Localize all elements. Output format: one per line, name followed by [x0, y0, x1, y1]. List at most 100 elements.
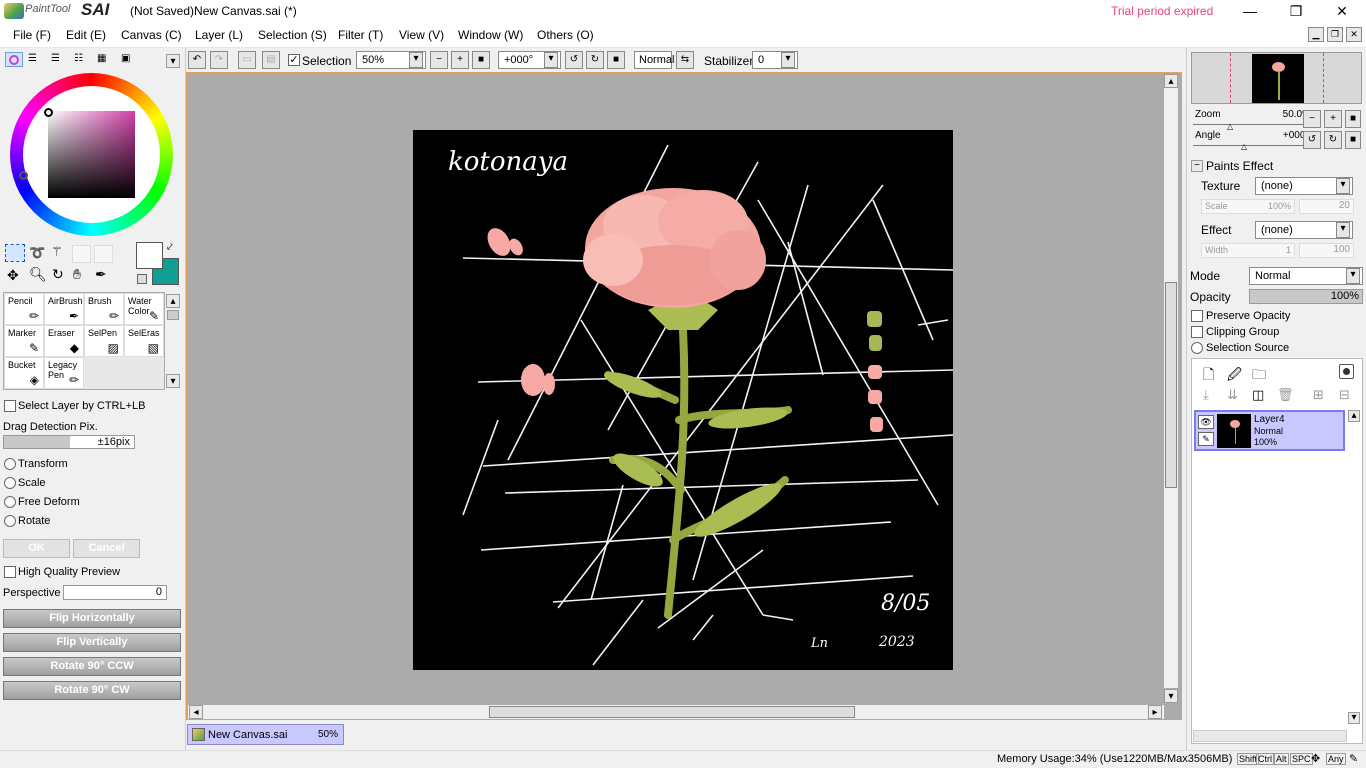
color-wheel-tab[interactable] [5, 52, 23, 67]
transform-radio[interactable] [4, 458, 16, 470]
flip-vertically-button[interactable]: Flip Vertically [3, 633, 181, 652]
nav-zoom-in-button[interactable]: + [1324, 110, 1342, 128]
zoom-reset-button[interactable]: ■ [472, 51, 490, 69]
angle-select[interactable]: +000° [498, 51, 561, 69]
tool-scroll-down[interactable]: ▾ [166, 374, 180, 388]
tool-scroll-up[interactable]: ▴ [166, 294, 180, 308]
navigator-preview[interactable] [1191, 52, 1362, 104]
zoom-slider[interactable] [1193, 120, 1313, 125]
layer-scroll-up[interactable]: ▴ [1348, 410, 1360, 422]
rect-select-tool[interactable] [5, 244, 25, 262]
move-icon[interactable]: ✥ [7, 267, 19, 284]
preserve-opacity-checkbox[interactable] [1191, 310, 1203, 322]
new-folder-icon[interactable]: 🗀 [1252, 364, 1266, 388]
width-field[interactable]: Width 1 [1201, 243, 1295, 258]
invert-selection-button[interactable]: ▤ [262, 51, 280, 69]
tool-marker[interactable]: Marker ✎ [4, 325, 44, 357]
transparent-color-icon[interactable] [137, 274, 147, 284]
new-layer-icon[interactable]: 🗋 [1203, 364, 1214, 388]
paints-effect-collapse[interactable]: − [1191, 160, 1203, 172]
hand-icon[interactable]: ✋︎ [73, 266, 81, 283]
opacity-slider[interactable]: 100% [1249, 289, 1363, 304]
vscroll-thumb[interactable] [1165, 282, 1177, 488]
panel-menu-button[interactable]: ▾ [166, 54, 180, 68]
menu-filter[interactable]: Filter (T) [338, 28, 383, 42]
hsv-slider-tab[interactable]: ☰ [51, 53, 60, 64]
width-extra-field[interactable]: 100 [1299, 243, 1354, 258]
nav-rotate-reset-button[interactable]: ■ [1345, 131, 1361, 149]
mdi-minimize-button[interactable]: ▁ [1308, 27, 1324, 42]
nav-zoom-out-button[interactable]: − [1303, 110, 1321, 128]
tool-legacy-pen[interactable]: Legacy Pen ✏ [44, 357, 84, 389]
free-deform-radio[interactable] [4, 496, 16, 508]
layer-scroll-down[interactable]: ▾ [1348, 712, 1360, 724]
tool-watercolor[interactable]: Water Color ✎ [124, 293, 164, 325]
hscroll-left-button[interactable]: ◂ [189, 705, 203, 719]
mdi-restore-button[interactable]: ❐ [1327, 27, 1343, 42]
magic-wand-icon[interactable]: ⚚ [51, 244, 63, 260]
tool-airbrush[interactable]: AirBrush ✒ [44, 293, 84, 325]
flip-view-button[interactable]: ⇆ [676, 51, 694, 69]
zoom-in-button[interactable]: + [451, 51, 469, 69]
menu-file[interactable]: File (F) [13, 28, 51, 42]
tool-brush[interactable]: Brush ✏ [84, 293, 124, 325]
tool-bucket[interactable]: Bucket ◈ [4, 357, 44, 389]
hscroll-thumb[interactable] [489, 706, 855, 718]
swap-colors-icon[interactable]: ⤦ [167, 242, 173, 253]
rotate-left-button[interactable]: ↺ [565, 51, 583, 69]
undo-button[interactable]: ↶ [188, 51, 206, 69]
rotate-right-button[interactable]: ↻ [586, 51, 604, 69]
menu-selection[interactable]: Selection (S) [258, 28, 327, 42]
hue-marker[interactable] [19, 171, 28, 180]
layer-option-icon[interactable]: ⊞ [1313, 387, 1324, 403]
lasso-icon[interactable]: ➰ [29, 245, 45, 261]
palette-tab[interactable]: ▦ [97, 53, 106, 64]
rotate-cw-button[interactable]: Rotate 90° CW [3, 681, 181, 700]
nav-rotate-left-button[interactable]: ↺ [1303, 131, 1321, 149]
blend-mode-box[interactable]: Normal [634, 51, 674, 69]
rgb-slider-tab[interactable]: ☰ [28, 53, 37, 64]
restore-button[interactable]: ❐ [1273, 2, 1319, 20]
tool-scroll-thumb[interactable] [167, 310, 179, 320]
swatches-tab[interactable]: ☷ [74, 53, 83, 64]
transfer-down-icon[interactable]: ⤓ [1203, 387, 1209, 403]
tool-seleras[interactable]: SelEras ▧ [124, 325, 164, 357]
document-canvas[interactable]: kotonaya 8/05 2023 Ln [413, 130, 954, 670]
redo-button[interactable]: ↷ [210, 51, 228, 69]
hq-preview-checkbox[interactable] [4, 566, 16, 578]
tool-selpen[interactable]: SelPen ▨ [84, 325, 124, 357]
angle-slider[interactable] [1193, 141, 1313, 146]
layer-hscroll[interactable] [1193, 730, 1347, 742]
menu-window[interactable]: Window (W) [458, 28, 523, 42]
delete-layer-icon[interactable]: 🗑 [1277, 387, 1294, 403]
scale-field[interactable]: Scale 100% [1201, 199, 1295, 214]
minimize-button[interactable]: — [1227, 2, 1273, 20]
menu-layer[interactable]: Layer (L) [195, 28, 243, 42]
clipping-group-checkbox[interactable] [1191, 326, 1203, 338]
drag-detection-slider[interactable]: ±16pix [3, 435, 135, 449]
vscroll-up-button[interactable]: ▴ [1164, 74, 1178, 88]
scratchpad-tab[interactable]: ▣ [121, 53, 130, 64]
menu-others[interactable]: Others (O) [537, 28, 594, 42]
close-button[interactable]: ✕ [1319, 2, 1365, 20]
vscroll-down-button[interactable]: ▾ [1164, 689, 1178, 703]
zoom-out-button[interactable]: − [430, 51, 448, 69]
angle-slider-thumb[interactable]: △ [1241, 142, 1247, 151]
document-tab[interactable]: New Canvas.sai 50% [187, 724, 344, 745]
ok-button[interactable]: OK [3, 539, 70, 558]
hscroll-right-button[interactable]: ▸ [1148, 705, 1162, 719]
scale-radio[interactable] [4, 477, 16, 489]
tool-eraser[interactable]: Eraser ◆ [44, 325, 84, 357]
rotate-radio[interactable] [4, 515, 16, 527]
perspective-input[interactable]: 0 [63, 585, 167, 600]
layer-mask-icon[interactable] [1339, 364, 1354, 379]
texture-select[interactable]: (none) [1255, 177, 1353, 195]
deselect-button[interactable]: ▭ [238, 51, 256, 69]
primary-color-swatch[interactable] [136, 242, 163, 269]
nav-zoom-reset-button[interactable]: ■ [1345, 110, 1361, 128]
mode-select[interactable]: Normal [1249, 267, 1363, 285]
menu-edit[interactable]: Edit (E) [66, 28, 106, 42]
zoom-select[interactable]: 50% [356, 51, 426, 69]
tool-pencil[interactable]: Pencil ✏ [4, 293, 44, 325]
rotate-view-icon[interactable]: ↻ [52, 266, 64, 283]
